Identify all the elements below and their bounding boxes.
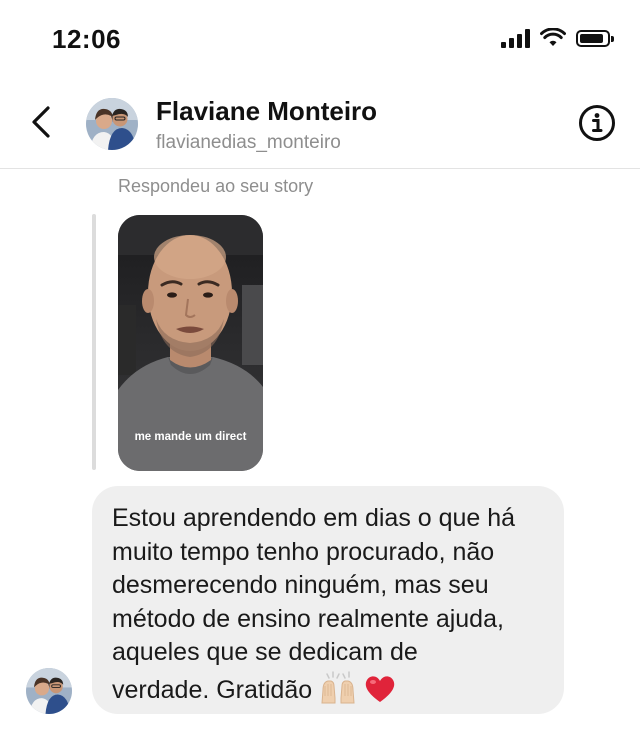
- chevron-left-icon: [32, 106, 50, 138]
- story-reply-caption: Respondeu ao seu story: [118, 176, 314, 196]
- red-heart-icon: [365, 675, 395, 702]
- contact-username[interactable]: flavianedias_monteiro: [156, 132, 341, 154]
- profile-photo: [86, 98, 138, 150]
- status-icons: [501, 28, 614, 48]
- raising-hands-icon: [321, 670, 355, 703]
- chat-header: Flaviane Monteiro flavianedias_monteiro: [0, 80, 640, 169]
- status-time: 12:06: [52, 24, 121, 54]
- back-button[interactable]: [22, 100, 62, 144]
- avatar[interactable]: [86, 98, 138, 150]
- info-button[interactable]: [578, 104, 616, 142]
- message-text: Estou aprendendo em dias o que há muito …: [112, 502, 544, 707]
- message-bubble[interactable]: Estou aprendendo em dias o que há muito …: [92, 486, 564, 714]
- wifi-icon: [540, 28, 566, 46]
- story-text-overlay: me mande um direct: [134, 431, 247, 443]
- battery-icon: [576, 29, 614, 47]
- story-thumbnail[interactable]: me mande um direct: [118, 215, 263, 471]
- reply-indicator-line: [92, 214, 96, 470]
- status-bar: 12:06: [0, 0, 640, 80]
- message-text-content: Estou aprendendo em dias o que há muito …: [112, 504, 516, 704]
- sender-avatar[interactable]: [26, 668, 72, 714]
- cellular-signal-icon: [501, 28, 530, 48]
- profile-photo: [26, 668, 72, 714]
- contact-name[interactable]: Flaviane Monteiro: [156, 96, 377, 127]
- info-circle-icon: [579, 105, 615, 141]
